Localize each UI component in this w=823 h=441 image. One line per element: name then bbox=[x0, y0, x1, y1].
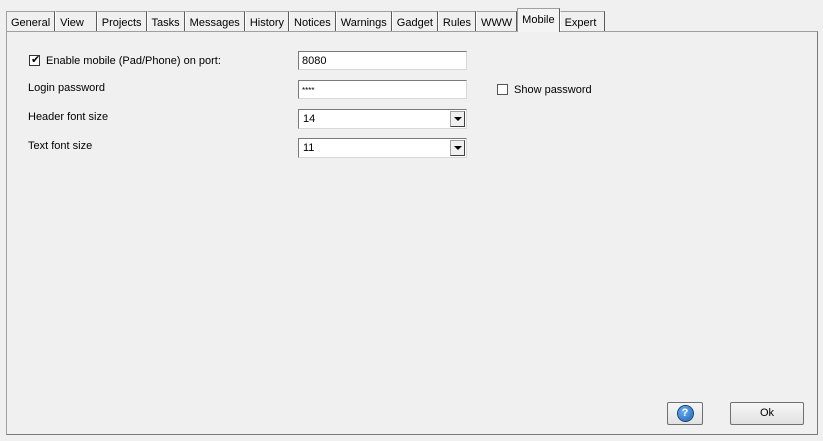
login-password-label: Login password bbox=[28, 82, 106, 94]
enable-mobile-checkbox[interactable]: ✔ bbox=[29, 54, 41, 66]
chevron-down-icon bbox=[454, 117, 462, 121]
tab-gadget[interactable]: Gadget bbox=[391, 11, 438, 31]
header-font-size-label: Header font size bbox=[28, 111, 109, 123]
tab-general[interactable]: General bbox=[6, 11, 56, 31]
help-icon: ? bbox=[677, 406, 693, 421]
tab-history[interactable]: History bbox=[244, 11, 290, 31]
tab-notices[interactable]: Notices bbox=[289, 11, 336, 31]
enable-mobile-label[interactable]: Enable mobile (Pad/Phone) on port: bbox=[46, 55, 221, 67]
ok-button[interactable]: Ok bbox=[730, 402, 804, 425]
tab-messages[interactable]: Messages bbox=[184, 11, 245, 31]
header-font-size-value: 14 bbox=[303, 113, 316, 125]
port-input[interactable] bbox=[298, 51, 467, 70]
password-input[interactable] bbox=[298, 80, 467, 99]
chevron-down-icon bbox=[454, 146, 462, 150]
tab-view[interactable]: View bbox=[55, 11, 97, 31]
text-font-size-label: Text font size bbox=[28, 140, 93, 152]
tab-www[interactable]: WWW bbox=[476, 11, 518, 31]
tab-rules[interactable]: Rules bbox=[437, 11, 477, 31]
settings-window: General View Projects Tasks Messages His… bbox=[0, 0, 823, 441]
show-password-label[interactable]: Show password bbox=[514, 84, 592, 96]
check-icon: ✔ bbox=[31, 54, 41, 66]
header-font-dropdown-button[interactable] bbox=[450, 111, 465, 127]
show-password-checkbox[interactable] bbox=[497, 84, 508, 95]
tab-expert[interactable]: Expert bbox=[559, 11, 606, 31]
help-button[interactable]: ? bbox=[667, 402, 703, 425]
text-font-size-value: 11 bbox=[303, 142, 315, 154]
header-font-size-select[interactable]: 14 bbox=[298, 109, 467, 129]
tab-mobile[interactable]: Mobile bbox=[517, 8, 560, 32]
text-font-dropdown-button[interactable] bbox=[450, 140, 465, 156]
tab-projects[interactable]: Projects bbox=[96, 11, 147, 31]
text-font-size-select[interactable]: 11 bbox=[298, 138, 467, 158]
tab-tasks[interactable]: Tasks bbox=[146, 11, 185, 31]
tab-strip: General View Projects Tasks Messages His… bbox=[6, 8, 606, 32]
tab-warnings[interactable]: Warnings bbox=[335, 11, 392, 31]
